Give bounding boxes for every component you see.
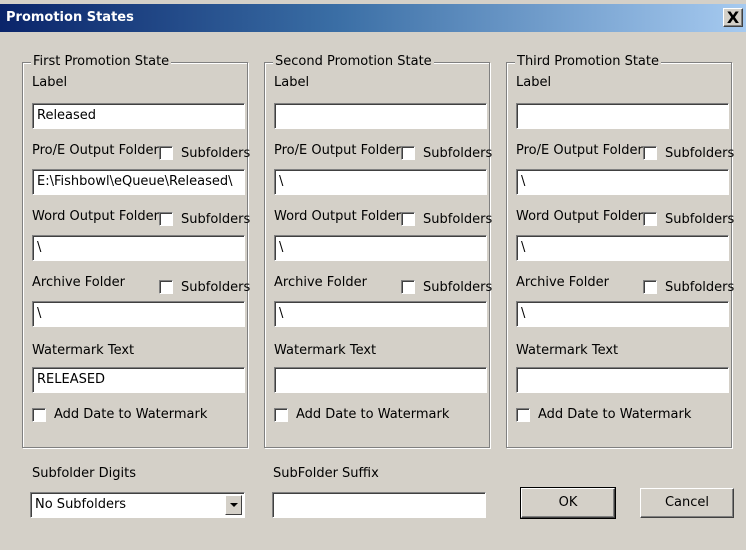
subfolder-suffix-field[interactable]: [272, 492, 486, 518]
proe-subfolders-checkbox[interactable]: [643, 146, 657, 160]
archive-subfolders-label: Subfolders: [423, 280, 493, 295]
proe-folder-field[interactable]: \: [516, 169, 729, 195]
archive-folder-field[interactable]: \: [32, 301, 245, 327]
archive-folder-caption: Archive Folder: [274, 275, 367, 290]
archive-subfolders-label: Subfolders: [665, 280, 735, 295]
third-promotion-state-group: Third Promotion State Label Pro/E Output…: [506, 54, 735, 448]
group-title: Third Promotion State: [515, 54, 661, 69]
label-caption: Label: [32, 75, 68, 90]
word-folder-field[interactable]: \: [274, 235, 487, 261]
watermark-caption: Watermark Text: [32, 343, 135, 358]
word-folder-caption: Word Output Folder: [274, 209, 402, 224]
second-promotion-state-group: Second Promotion State Label Pro/E Outpu…: [264, 54, 493, 448]
watermark-field[interactable]: [274, 367, 487, 393]
watermark-field[interactable]: [516, 367, 729, 393]
proe-folder-caption: Pro/E Output Folder: [274, 143, 401, 158]
dialog-title: Promotion States: [6, 10, 134, 25]
archive-subfolders-checkbox[interactable]: [159, 280, 173, 294]
close-button[interactable]: X: [723, 8, 743, 27]
word-subfolders-label: Subfolders: [181, 212, 251, 227]
proe-subfolders-label: Subfolders: [665, 146, 735, 161]
chevron-down-icon[interactable]: [225, 495, 242, 515]
add-date-label: Add Date to Watermark: [538, 407, 692, 422]
proe-subfolders-label: Subfolders: [423, 146, 493, 161]
word-folder-field[interactable]: \: [32, 235, 245, 261]
cancel-button[interactable]: Cancel: [640, 488, 734, 518]
label-field[interactable]: [516, 103, 729, 129]
proe-folder-caption: Pro/E Output Folder: [516, 143, 643, 158]
archive-folder-field[interactable]: \: [516, 301, 729, 327]
promotion-states-dialog: Promotion States X First Promotion State…: [0, 0, 746, 550]
word-subfolders-checkbox[interactable]: [643, 212, 657, 226]
archive-folder-field[interactable]: \: [274, 301, 487, 327]
word-subfolders-label: Subfolders: [423, 212, 493, 227]
add-date-checkbox[interactable]: [516, 408, 530, 422]
title-bar[interactable]: Promotion States X: [0, 4, 746, 32]
proe-folder-field[interactable]: E:\Fishbowl\eQueue\Released\: [32, 169, 245, 195]
add-date-checkbox[interactable]: [32, 408, 46, 422]
proe-subfolders-checkbox[interactable]: [159, 146, 173, 160]
add-date-label: Add Date to Watermark: [54, 407, 208, 422]
word-subfolders-checkbox[interactable]: [159, 212, 173, 226]
label-caption: Label: [516, 75, 552, 90]
archive-folder-caption: Archive Folder: [32, 275, 125, 290]
watermark-field[interactable]: RELEASED: [32, 367, 245, 393]
word-folder-caption: Word Output Folder: [32, 209, 160, 224]
subfolder-suffix-label: SubFolder Suffix: [273, 466, 379, 481]
add-date-checkbox[interactable]: [274, 408, 288, 422]
group-title: Second Promotion State: [273, 54, 434, 69]
label-field[interactable]: [274, 103, 487, 129]
proe-folder-field[interactable]: \: [274, 169, 487, 195]
word-folder-field[interactable]: \: [516, 235, 729, 261]
proe-subfolders-label: Subfolders: [181, 146, 251, 161]
label-field[interactable]: Released: [32, 103, 245, 129]
subfolder-digits-label: Subfolder Digits: [32, 466, 136, 481]
word-subfolders-label: Subfolders: [665, 212, 735, 227]
proe-folder-caption: Pro/E Output Folder: [32, 143, 159, 158]
first-promotion-state-group: First Promotion State Label Released Pro…: [22, 54, 251, 448]
subfolder-digits-value: No Subfolders: [35, 497, 127, 512]
close-icon: X: [726, 8, 740, 27]
subfolder-digits-select[interactable]: No Subfolders: [30, 492, 245, 518]
archive-subfolders-label: Subfolders: [181, 280, 251, 295]
archive-subfolders-checkbox[interactable]: [401, 280, 415, 294]
watermark-caption: Watermark Text: [516, 343, 619, 358]
archive-subfolders-checkbox[interactable]: [643, 280, 657, 294]
ok-button[interactable]: OK: [520, 487, 616, 519]
add-date-label: Add Date to Watermark: [296, 407, 450, 422]
watermark-caption: Watermark Text: [274, 343, 377, 358]
group-title: First Promotion State: [31, 54, 172, 69]
word-folder-caption: Word Output Folder: [516, 209, 644, 224]
archive-folder-caption: Archive Folder: [516, 275, 609, 290]
label-caption: Label: [274, 75, 310, 90]
proe-subfolders-checkbox[interactable]: [401, 146, 415, 160]
word-subfolders-checkbox[interactable]: [401, 212, 415, 226]
